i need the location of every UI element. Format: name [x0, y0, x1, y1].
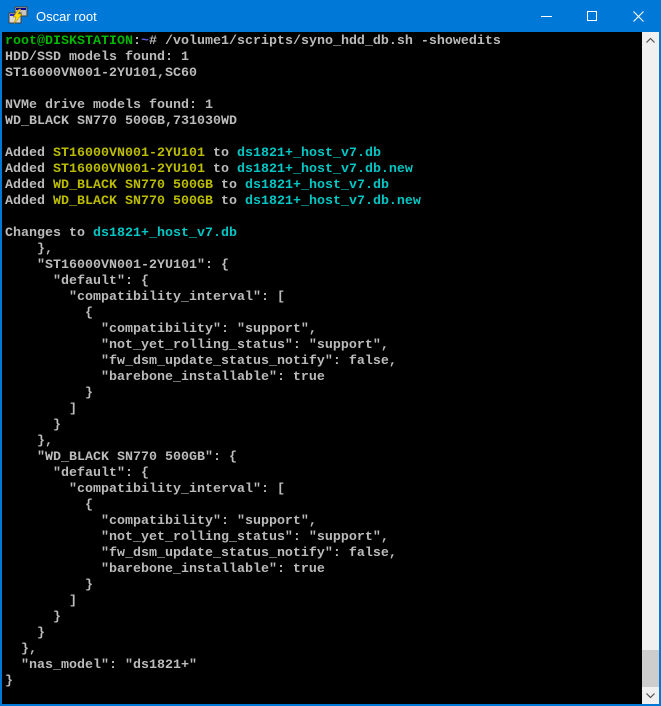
putty-window: Oscar root root@DISKSTATION:~# /volume1/… [0, 0, 661, 706]
terminal-line: "compatibility": "support", [5, 514, 642, 530]
terminal-line: } [5, 578, 642, 594]
terminal-line: { [5, 498, 642, 514]
terminal-line: { [5, 306, 642, 322]
terminal-line: "compatibility": "support", [5, 322, 642, 338]
terminal-line: Added ST16000VN001-2YU101 to ds1821+_hos… [5, 146, 642, 162]
scrollbar[interactable] [642, 32, 659, 704]
maximize-icon [587, 11, 597, 21]
terminal-line: } [5, 674, 642, 690]
terminal-line: } [5, 610, 642, 626]
close-button[interactable] [615, 0, 661, 32]
terminal-line: Added WD_BLACK SN770 500GB to ds1821+_ho… [5, 194, 642, 210]
terminal-line: "barebone_installable": true [5, 370, 642, 386]
terminal-line: ] [5, 594, 642, 610]
terminal-line: "not_yet_rolling_status": "support", [5, 530, 642, 546]
chevron-down-icon [646, 693, 655, 698]
terminal-line: "nas_model": "ds1821+" [5, 658, 642, 674]
minimize-icon [541, 16, 552, 17]
terminal-line: Changes to ds1821+_host_v7.db [5, 226, 642, 242]
terminal-line: root@DISKSTATION:~# /volume1/scripts/syn… [5, 34, 642, 50]
window-frame: root@DISKSTATION:~# /volume1/scripts/syn… [0, 32, 661, 706]
terminal-line: "fw_dsm_update_status_notify": false, [5, 546, 642, 562]
minimize-button[interactable] [523, 0, 569, 32]
terminal-line: NVMe drive models found: 1 [5, 98, 642, 114]
terminal-line: }, [5, 434, 642, 450]
close-icon [633, 11, 644, 22]
terminal-line: "barebone_installable": true [5, 562, 642, 578]
terminal-line: } [5, 626, 642, 642]
terminal-line: ST16000VN001-2YU101,SC60 [5, 66, 642, 82]
terminal-line: Added ST16000VN001-2YU101 to ds1821+_hos… [5, 162, 642, 178]
maximize-button[interactable] [569, 0, 615, 32]
terminal-line: "compatibility_interval": [ [5, 482, 642, 498]
caption-buttons [523, 0, 661, 32]
terminal-output[interactable]: root@DISKSTATION:~# /volume1/scripts/syn… [2, 32, 642, 704]
terminal-line: "compatibility_interval": [ [5, 290, 642, 306]
terminal-line: WD_BLACK SN770 500GB,731030WD [5, 114, 642, 130]
terminal-line: "WD_BLACK SN770 500GB": { [5, 450, 642, 466]
scroll-up-button[interactable] [642, 32, 659, 49]
putty-icon[interactable] [8, 6, 28, 26]
terminal-line: Added WD_BLACK SN770 500GB to ds1821+_ho… [5, 178, 642, 194]
terminal-line: ] [5, 402, 642, 418]
scroll-down-button[interactable] [642, 687, 659, 704]
chevron-up-icon [646, 38, 655, 43]
terminal-line: "default": { [5, 466, 642, 482]
terminal-line: "default": { [5, 274, 642, 290]
terminal-line [5, 210, 642, 226]
titlebar[interactable]: Oscar root [0, 0, 661, 32]
terminal-line: }, [5, 242, 642, 258]
window-title: Oscar root [36, 9, 523, 24]
terminal-line: "not_yet_rolling_status": "support", [5, 338, 642, 354]
terminal-line [5, 82, 642, 98]
terminal-line: "ST16000VN001-2YU101": { [5, 258, 642, 274]
terminal-line: "fw_dsm_update_status_notify": false, [5, 354, 642, 370]
terminal-line: } [5, 386, 642, 402]
terminal-line: HDD/SSD models found: 1 [5, 50, 642, 66]
scrollbar-thumb[interactable] [642, 650, 659, 687]
terminal-line [5, 130, 642, 146]
terminal-line: }, [5, 642, 642, 658]
terminal-line: } [5, 418, 642, 434]
